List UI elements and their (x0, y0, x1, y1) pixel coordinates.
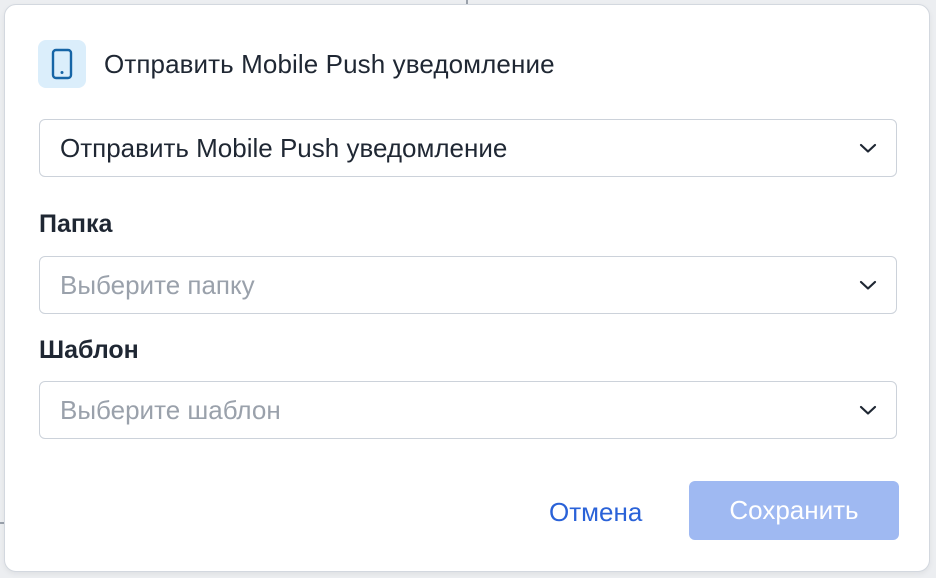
cancel-button[interactable]: Отмена (535, 483, 656, 541)
dialog-title: Отправить Mobile Push уведомление (104, 48, 555, 79)
action-type-select[interactable]: Отправить Mobile Push уведомление (39, 119, 897, 177)
template-select[interactable]: Выберите шаблон (39, 381, 897, 439)
chevron-down-icon (858, 400, 878, 420)
dialog-header: Отправить Mobile Push уведомление (38, 40, 555, 88)
action-type-value: Отправить Mobile Push уведомление (60, 132, 508, 163)
save-button[interactable]: Сохранить (689, 481, 899, 540)
template-label: Шаблон (39, 336, 139, 364)
chevron-down-icon (858, 138, 878, 158)
chevron-down-icon (858, 275, 878, 295)
mobile-phone-icon (38, 40, 86, 88)
folder-select[interactable]: Выберите папку (39, 256, 897, 314)
push-notification-dialog: Отправить Mobile Push уведомление Отправ… (4, 4, 930, 572)
folder-placeholder: Выберите папку (60, 269, 255, 300)
template-placeholder: Выберите шаблон (60, 394, 281, 425)
folder-label: Папка (39, 210, 113, 238)
